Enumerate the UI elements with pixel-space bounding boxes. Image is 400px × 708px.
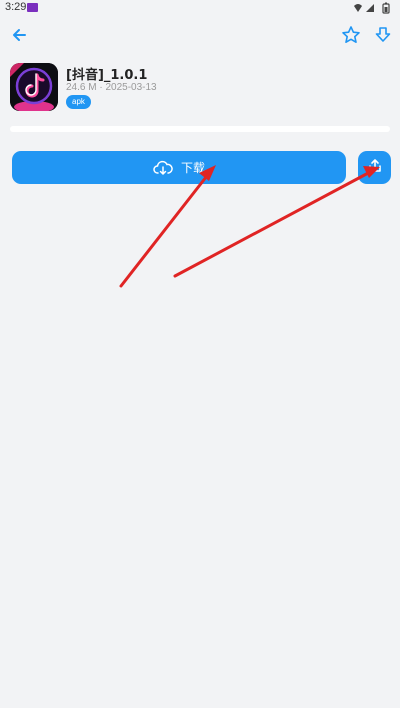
download-button[interactable]: 下载 — [12, 151, 346, 184]
app-title: [抖音]_1.0.1 — [66, 68, 148, 83]
status-icons — [354, 2, 394, 14]
share-icon — [368, 158, 382, 178]
share-button[interactable] — [358, 151, 391, 184]
file-type-badge: apk — [66, 95, 91, 109]
star-icon[interactable] — [340, 24, 362, 46]
download-arrow-icon[interactable] — [372, 24, 394, 46]
app-info: [抖音]_1.0.1 24.6 M · 2025-03-13 apk — [10, 63, 390, 113]
app-bar — [0, 20, 400, 50]
wifi-icon — [354, 4, 362, 12]
download-progress-bar — [10, 126, 390, 132]
battery-icon — [382, 2, 390, 14]
cloud-download-icon — [153, 160, 173, 176]
signal-icon — [366, 4, 374, 12]
tiktok-app-icon — [10, 63, 58, 111]
status-bar: 3:29 — [0, 0, 400, 16]
back-arrow-icon[interactable] — [8, 24, 30, 46]
download-button-label: 下载 — [180, 161, 205, 175]
notification-icon — [27, 3, 38, 12]
app-meta: 24.6 M · 2025-03-13 — [66, 82, 157, 93]
status-time: 3:29 — [5, 1, 27, 13]
